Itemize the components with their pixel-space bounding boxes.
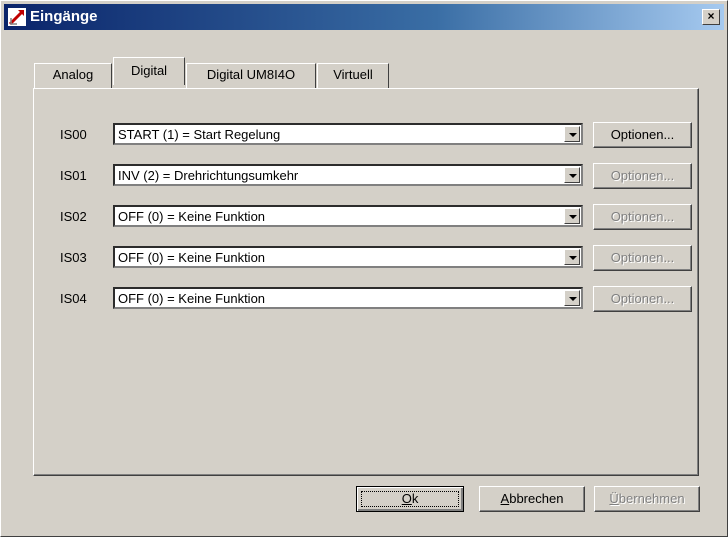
combo-is03[interactable]: OFF (0) = Keine Funktion: [113, 246, 583, 268]
chevron-down-icon[interactable]: [564, 208, 580, 224]
combo-value: START (1) = Start Regelung: [118, 127, 281, 142]
chevron-down-icon[interactable]: [564, 167, 580, 183]
combo-value: OFF (0) = Keine Funktion: [118, 291, 266, 306]
dialog-window: Eingänge × Analog Digital Digital UM8I4O…: [0, 0, 728, 537]
row-label-is00: IS00: [60, 127, 87, 142]
cancel-accel: A: [500, 491, 510, 506]
tab-analog[interactable]: Analog: [34, 63, 112, 88]
chevron-down-icon[interactable]: [564, 249, 580, 265]
window-title: Eingänge: [30, 8, 98, 25]
tab-label: Virtuell: [333, 67, 373, 82]
combo-value: OFF (0) = Keine Funktion: [118, 250, 266, 265]
row-label-is04: IS04: [60, 291, 87, 306]
row-label-is02: IS02: [60, 209, 87, 224]
tab-label: Digital: [130, 63, 168, 78]
combo-is02[interactable]: OFF (0) = Keine Funktion: [113, 205, 583, 227]
tab-label: Analog: [52, 67, 94, 82]
apply-accel: Ü: [609, 491, 619, 506]
row-label-is03: IS03: [60, 250, 87, 265]
title-bar[interactable]: Eingänge ×: [4, 4, 724, 30]
combo-is00[interactable]: START (1) = Start Regelung: [113, 123, 583, 145]
options-button-is03[interactable]: Optionen...: [593, 245, 692, 271]
combo-value: INV (2) = Drehrichtungsumkehr: [118, 168, 299, 183]
options-button-is04[interactable]: Optionen...: [593, 286, 692, 312]
options-button-is00[interactable]: Optionen...: [593, 122, 692, 148]
options-button-is02[interactable]: Optionen...: [593, 204, 692, 230]
close-button[interactable]: ×: [702, 9, 720, 25]
chevron-down-icon[interactable]: [564, 126, 580, 142]
cancel-label-rest: bbrechen: [509, 491, 564, 506]
row-label-is01: IS01: [60, 168, 87, 183]
tab-digital[interactable]: Digital: [113, 57, 185, 85]
cancel-button[interactable]: Abbrechen: [479, 486, 585, 512]
apply-label-rest: bernehmen: [618, 491, 685, 506]
focus-ring: [361, 491, 459, 507]
tab-digital-um8i4o[interactable]: Digital UM8I4O: [186, 63, 316, 88]
apply-button[interactable]: Übernehmen: [594, 486, 700, 512]
chevron-down-icon[interactable]: [564, 290, 580, 306]
combo-is04[interactable]: OFF (0) = Keine Funktion: [113, 287, 583, 309]
combo-value: OFF (0) = Keine Funktion: [118, 209, 266, 224]
ok-button[interactable]: Ok: [356, 486, 464, 512]
options-button-is01[interactable]: Optionen...: [593, 163, 692, 189]
combo-is01[interactable]: INV (2) = Drehrichtungsumkehr: [113, 164, 583, 186]
tab-label: Digital UM8I4O: [206, 67, 296, 82]
tab-virtuell[interactable]: Virtuell: [317, 63, 389, 88]
app-icon: [8, 8, 26, 26]
